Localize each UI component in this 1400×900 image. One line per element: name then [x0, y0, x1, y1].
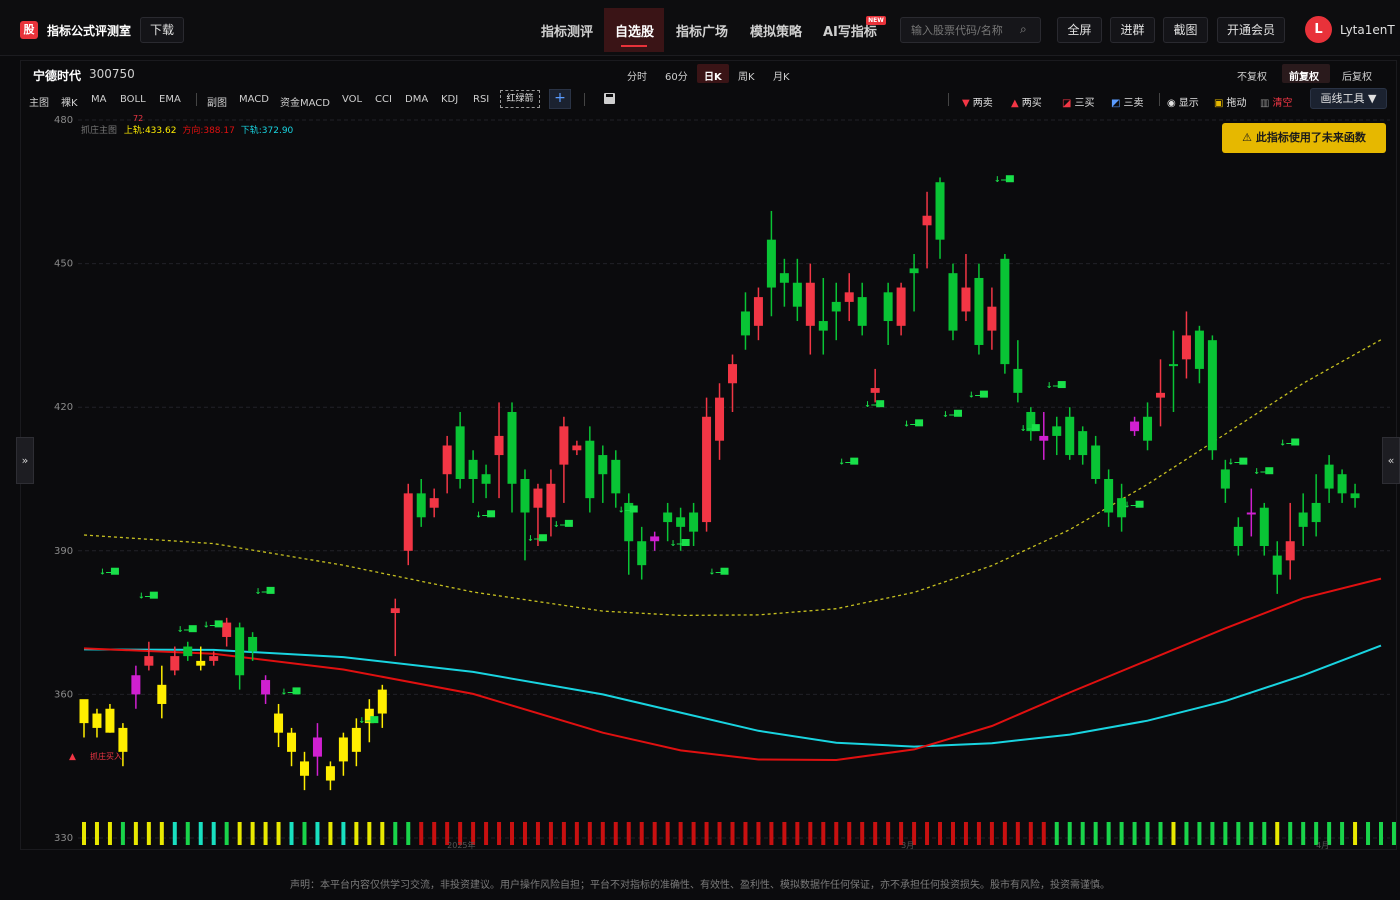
fullscreen-button[interactable]: 全屏	[1057, 17, 1102, 43]
username[interactable]: Lyta1enT	[1340, 23, 1395, 37]
period-tab-weekly[interactable]: 周K	[738, 68, 755, 83]
indicator-legend: 抓庄主图 72 上轨:433.62 方向:388.17 下轨:372.90	[81, 114, 294, 136]
brand-name[interactable]: 指标公式评测室	[47, 22, 131, 39]
download-button[interactable]: 下载	[140, 17, 184, 43]
divider	[584, 93, 585, 106]
indicator-dma[interactable]: DMA	[405, 94, 428, 105]
brand-logo-icon[interactable]: 股	[20, 21, 38, 39]
tool-label: 拖动	[1226, 98, 1247, 109]
tool-drag[interactable]: ▣ 拖动	[1214, 94, 1246, 109]
membership-button[interactable]: 开通会员	[1217, 17, 1285, 43]
legend-marker: 72	[133, 114, 144, 123]
trash-icon: ▥	[1260, 98, 1270, 109]
draw-tools-dropdown[interactable]: 画线工具 ▼	[1310, 88, 1387, 109]
indicator-ma[interactable]: MA	[91, 94, 106, 105]
chart-panel	[20, 60, 1397, 850]
indicator-bare-k[interactable]: 裸K	[61, 94, 78, 109]
divider	[1159, 93, 1160, 106]
indicator-red-green-arrow[interactable]: 红绿箭	[500, 90, 540, 108]
right-panel-toggle[interactable]: «	[1382, 437, 1400, 484]
divider	[196, 93, 197, 106]
divider	[948, 93, 949, 106]
nav-indicator-square[interactable]: 指标广场	[676, 21, 728, 40]
eye-icon: ◉	[1167, 98, 1176, 109]
tool-two-sell[interactable]: ▼ 两卖	[962, 94, 993, 109]
nav-watchlist[interactable]: 自选股	[615, 21, 654, 40]
legend-direction-label: 方向:	[182, 126, 204, 136]
nav-sim-strategy[interactable]: 模拟策略	[750, 21, 802, 40]
adjust-none-tab[interactable]: 不复权	[1237, 68, 1267, 83]
tool-two-buy[interactable]: ▲ 两买	[1011, 94, 1042, 109]
tool-three-sell[interactable]: ◩ 三卖	[1111, 94, 1143, 109]
period-tab-daily[interactable]: 日K	[704, 68, 722, 83]
tool-label: 两卖	[972, 98, 993, 109]
adjust-forward-tab[interactable]: 前复权	[1289, 68, 1319, 83]
save-icon[interactable]	[604, 93, 615, 104]
indicator-ema[interactable]: EMA	[159, 94, 181, 105]
nav-indicator-review[interactable]: 指标测评	[541, 21, 593, 40]
indicator-cci[interactable]: CCI	[375, 94, 392, 105]
indicator-sub[interactable]: 副图	[207, 94, 227, 109]
tool-label: 三卖	[1123, 98, 1144, 109]
legend-name: 抓庄主图	[81, 126, 118, 136]
stock-name: 宁德时代	[33, 69, 82, 83]
tool-clear[interactable]: ▥ 清空	[1260, 94, 1292, 109]
join-group-button[interactable]: 进群	[1110, 17, 1155, 43]
tool-label: 清空	[1272, 98, 1293, 109]
legend-lower-label: 下轨:	[240, 126, 262, 136]
warning-icon: ⚠	[1242, 131, 1256, 144]
tool-label: 三买	[1074, 98, 1095, 109]
tool-show[interactable]: ◉ 显示	[1167, 94, 1199, 109]
period-tab-intraday[interactable]: 分时	[627, 68, 647, 83]
legend-upper-label: 上轨:	[123, 126, 145, 136]
indicator-vol[interactable]: VOL	[342, 94, 362, 105]
disclaimer: 声明：本平台内容仅供学习交流，非投资建议。用户操作风险自担；平台不对指标的准确性…	[290, 880, 1110, 891]
chart-down-icon: ◩	[1111, 98, 1121, 109]
tool-label: 显示	[1178, 98, 1199, 109]
add-indicator-button[interactable]: +	[549, 89, 571, 109]
indicator-macd[interactable]: MACD	[239, 94, 269, 105]
indicator-rsi[interactable]: RSI	[473, 94, 489, 105]
triangle-down-icon: ▼	[962, 98, 970, 109]
warning-text: 此指标使用了未来函数	[1255, 131, 1366, 144]
indicator-main[interactable]: 主图	[29, 94, 49, 109]
stock-code: 300750	[89, 67, 135, 81]
indicator-boll[interactable]: BOLL	[120, 94, 146, 105]
left-panel-toggle[interactable]: »	[16, 437, 34, 484]
period-tab-60min[interactable]: 60分	[665, 68, 688, 83]
nav-active-underline	[621, 45, 647, 47]
future-function-warning[interactable]: ⚠ 此指标使用了未来函数	[1222, 123, 1386, 153]
search-icon[interactable]: ⌕	[1020, 22, 1027, 37]
period-tab-monthly[interactable]: 月K	[773, 68, 790, 83]
new-badge: NEW	[866, 16, 886, 25]
indicator-kdj[interactable]: KDJ	[441, 94, 458, 105]
tool-label: 两买	[1021, 98, 1042, 109]
avatar[interactable]: L	[1305, 16, 1332, 43]
adjust-backward-tab[interactable]: 后复权	[1342, 68, 1372, 83]
triangle-up-icon: ▲	[1011, 98, 1019, 109]
legend-direction-value: 388.17	[203, 126, 235, 136]
tool-three-buy[interactable]: ◪ 三买	[1062, 94, 1094, 109]
screenshot-button[interactable]: 截图	[1163, 17, 1208, 43]
legend-lower-value: 372.90	[261, 126, 294, 136]
legend-upper-value: 433.62	[144, 126, 177, 136]
indicator-fund-macd[interactable]: 资金MACD	[280, 94, 330, 109]
chart-up-icon: ◪	[1062, 98, 1072, 109]
lock-icon: ▣	[1214, 98, 1224, 109]
